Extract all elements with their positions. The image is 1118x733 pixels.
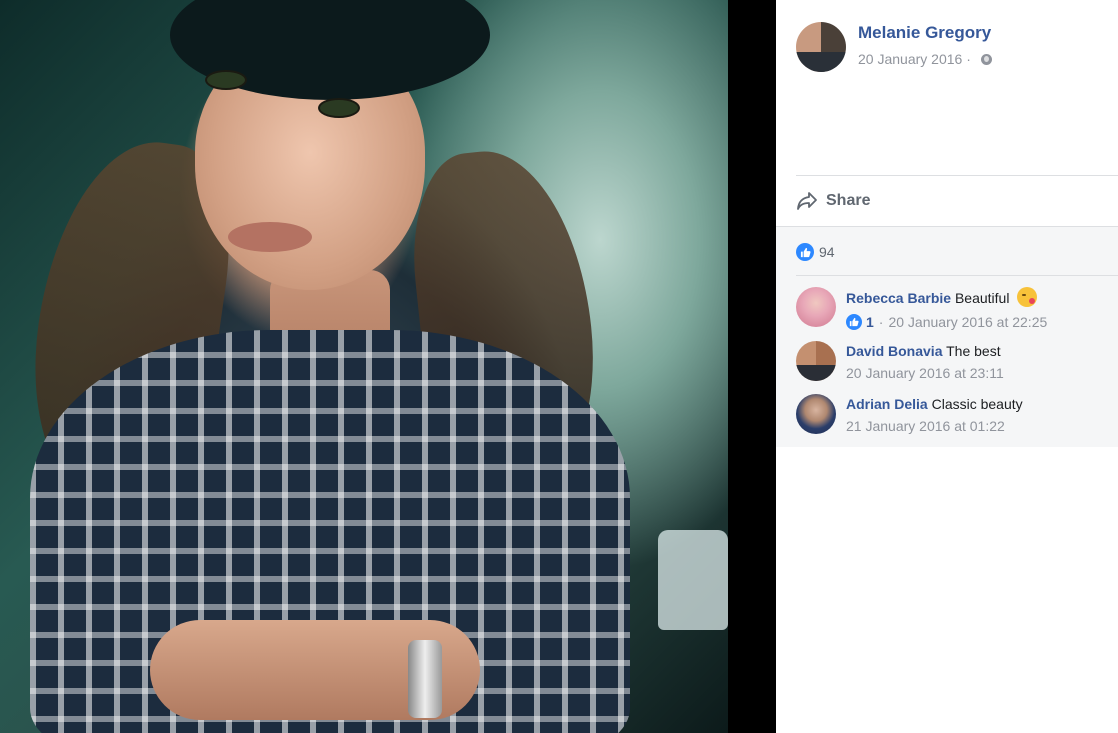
author-name-link[interactable]: Melanie Gregory	[858, 23, 991, 43]
comment-like-count[interactable]: 1	[866, 312, 874, 332]
author-avatar[interactable]	[796, 22, 846, 72]
comment-like-icon	[846, 314, 862, 330]
comment-meta: 20 January 2016 at 23:11	[846, 363, 1116, 383]
comment-line: Adrian Delia Classic beauty	[846, 394, 1116, 414]
reaction-count: 94	[819, 244, 835, 260]
comment-text: Beautiful	[954, 290, 1010, 306]
photo-watch	[408, 640, 442, 718]
comment-text: The best	[946, 343, 1001, 359]
actions-divider	[796, 175, 1118, 176]
comment-author-link[interactable]: David Bonavia	[846, 343, 942, 359]
commenter-avatar[interactable]	[796, 394, 836, 434]
commenter-avatar[interactable]	[796, 287, 836, 327]
like-icon	[796, 243, 814, 261]
meta-separator: ·	[966, 51, 971, 67]
comment-timestamp[interactable]: 21 January 2016 at 01:22	[846, 416, 1005, 436]
comment-body: David Bonavia The best 20 January 2016 a…	[846, 341, 1116, 383]
photo-eye-left	[205, 70, 247, 90]
reactions-summary[interactable]: 94	[796, 243, 835, 261]
post-photo[interactable]	[0, 0, 728, 733]
comment-timestamp[interactable]: 20 January 2016 at 23:11	[846, 363, 1004, 383]
globe-icon[interactable]	[980, 54, 992, 65]
meta-separator: ·	[878, 314, 884, 330]
share-arrow-icon	[797, 192, 817, 210]
comment-author-link[interactable]: Rebecca Barbie	[846, 290, 951, 306]
share-button[interactable]: Share	[796, 188, 870, 214]
post-meta: 20 January 2016 ·	[858, 51, 992, 67]
comments-section: 94 Rebecca Barbie Beautiful 1 · 20 Janua…	[776, 226, 1118, 447]
comment-text: Classic beauty	[931, 396, 1023, 412]
comment-line: Rebecca Barbie Beautiful	[846, 287, 1116, 308]
comment-body: Rebecca Barbie Beautiful 1 · 20 January …	[846, 287, 1116, 332]
comment-meta: 1 · 20 January 2016 at 22:25	[846, 312, 1116, 332]
kissing-face-icon	[1017, 287, 1038, 307]
post-sidebar: Melanie Gregory 20 January 2016 · Share …	[776, 0, 1118, 733]
comment-author-link[interactable]: Adrian Delia	[846, 396, 928, 412]
photo-water-bottle	[658, 530, 728, 630]
share-label: Share	[826, 192, 871, 209]
comment-body: Adrian Delia Classic beauty 21 January 2…	[846, 394, 1116, 436]
comment-meta: 21 January 2016 at 01:22	[846, 416, 1116, 436]
comments-divider	[796, 275, 1118, 276]
photo-lips	[228, 222, 312, 252]
post-header: Melanie Gregory 20 January 2016 ·	[776, 0, 1118, 110]
comment-line: David Bonavia The best	[846, 341, 1116, 361]
commenter-avatar[interactable]	[796, 341, 836, 381]
comment-timestamp[interactable]: 20 January 2016 at 22:25	[888, 312, 1047, 332]
post-date[interactable]: 20 January 2016	[858, 51, 962, 67]
photo-eye-right	[318, 98, 360, 118]
